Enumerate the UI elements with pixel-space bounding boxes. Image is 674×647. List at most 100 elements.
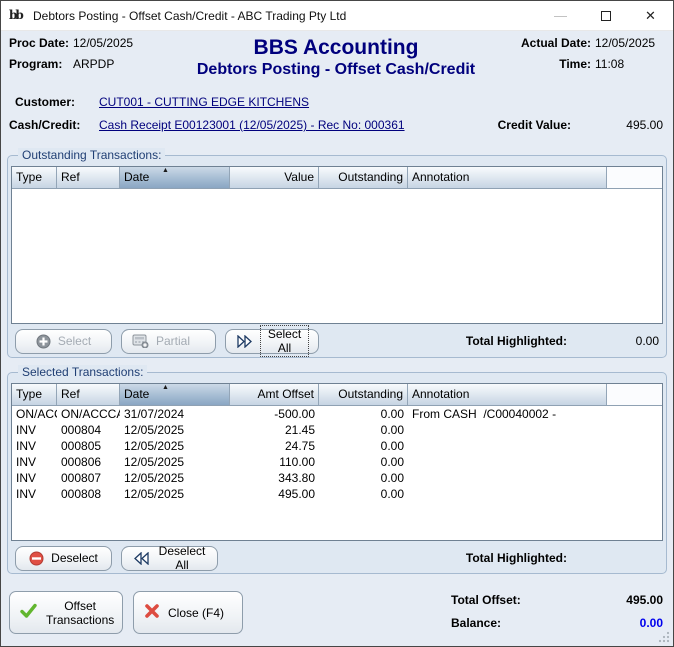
sort-asc-icon: ▲ <box>162 167 169 174</box>
outstanding-transactions-group: Outstanding Transactions: Type Ref Date ▲… <box>7 148 667 358</box>
outstanding-table[interactable]: Type Ref Date ▲ Value Outstanding Annotat… <box>11 166 663 324</box>
column-header-type[interactable]: Type <box>12 167 57 188</box>
cell-date: 12/05/2025 <box>124 423 185 437</box>
deselect-all-button[interactable]: Deselect All <box>121 544 218 572</box>
selected-footer: Deselect Deselect All Total Highlighted: <box>11 541 663 575</box>
selected-table[interactable]: Type Ref Date ▲ Amt Offset Outstanding An… <box>11 383 663 541</box>
column-header-outstanding[interactable]: Outstanding <box>319 384 408 405</box>
no-entry-icon <box>29 551 44 566</box>
column-header-value[interactable]: Value <box>230 167 319 188</box>
column-header-filler <box>607 384 662 405</box>
selected-table-header: Type Ref Date ▲ Amt Offset Outstanding An… <box>12 384 662 406</box>
balance-label: Balance: <box>451 616 502 630</box>
cell-outstanding: 0.00 <box>380 455 404 469</box>
column-header-filler <box>607 167 662 188</box>
column-header-annotation[interactable]: Annotation <box>408 167 607 188</box>
credit-value: 495.00 <box>626 118 663 132</box>
cell-type: INV <box>16 471 37 485</box>
outstanding-table-body[interactable] <box>12 189 662 323</box>
app-window: bb Debtors Posting - Offset Cash/Credit … <box>0 0 674 647</box>
cell-annotation <box>408 438 607 454</box>
cell-ref: ON/ACCCA... <box>61 407 120 421</box>
table-row[interactable]: INV 000806 12/05/2025 110.00 0.00 <box>12 454 662 470</box>
total-offset-label: Total Offset: <box>451 593 521 607</box>
cell-date: 12/05/2025 <box>124 439 185 453</box>
cell-outstanding: 0.00 <box>380 471 404 485</box>
cell-amt-offset: 24.75 <box>284 439 315 453</box>
program-value: ARPDP <box>73 57 115 71</box>
maximize-icon <box>600 10 611 21</box>
customer-label: Customer: <box>15 95 76 109</box>
actual-date-label: Actual Date: <box>520 36 591 50</box>
cell-ref: 000804 <box>61 423 102 437</box>
table-row[interactable]: INV 000804 12/05/2025 21.45 0.00 <box>12 422 662 438</box>
table-row[interactable]: INV 000808 12/05/2025 495.00 0.00 <box>12 486 662 502</box>
bottom-bar: Offset Transactions Close (F4) Total Offs… <box>1 574 673 639</box>
header-band: Proc Date: 12/05/2025 Program: ARPDP BBS A… <box>1 31 673 89</box>
window-title: Debtors Posting - Offset Cash/Credit - A… <box>33 8 347 23</box>
column-header-date[interactable]: Date ▲ <box>120 384 230 405</box>
cell-date: 12/05/2025 <box>124 455 185 469</box>
cell-date: 12/05/2025 <box>124 487 185 501</box>
close-f4-button[interactable]: Close (F4) <box>133 591 243 634</box>
table-row[interactable]: ON/ACC ON/ACCCA... 31/07/2024 -500.00 0.… <box>12 406 662 422</box>
selected-transactions-group: Selected Transactions: Type Ref Date ▲ Am… <box>7 365 667 575</box>
resize-grip[interactable] <box>658 631 670 643</box>
cash-credit-link[interactable]: Cash Receipt E00123001 (12/05/2025) - Re… <box>99 118 405 132</box>
selected-group-label: Selected Transactions: <box>18 365 148 380</box>
outstanding-footer: Select Partial Select All Total Highligh… <box>11 324 663 358</box>
cell-ref: 000807 <box>61 471 102 485</box>
cell-type: INV <box>16 423 37 437</box>
table-row[interactable]: INV 000805 12/05/2025 24.75 0.00 <box>12 438 662 454</box>
table-row[interactable]: INV 000807 12/05/2025 343.80 0.00 <box>12 470 662 486</box>
sort-asc-icon: ▲ <box>162 384 169 391</box>
selected-table-body[interactable]: ON/ACC ON/ACCCA... 31/07/2024 -500.00 0.… <box>12 406 662 540</box>
title-bar: bb Debtors Posting - Offset Cash/Credit … <box>1 1 673 31</box>
cell-annotation: From CASH /C00040002 - <box>412 407 557 421</box>
cell-ref: 000806 <box>61 455 102 469</box>
cell-outstanding: 0.00 <box>380 487 404 501</box>
maximize-button[interactable] <box>583 1 628 30</box>
cross-icon <box>144 603 160 622</box>
column-header-ref[interactable]: Ref <box>57 384 120 405</box>
cell-amt-offset: 110.00 <box>279 455 315 469</box>
double-chevron-left-icon <box>132 551 150 565</box>
cell-ref: 000808 <box>61 487 102 501</box>
double-chevron-right-icon <box>236 334 254 348</box>
column-header-annotation[interactable]: Annotation <box>408 384 607 405</box>
offset-transactions-button[interactable]: Offset Transactions <box>9 591 123 634</box>
cell-amt-offset: -500.00 <box>274 407 315 421</box>
window-controls: — ✕ <box>538 1 673 30</box>
actual-date-value: 12/05/2025 <box>595 36 656 50</box>
minimize-button[interactable]: — <box>538 1 583 30</box>
cell-outstanding: 0.00 <box>380 439 404 453</box>
customer-link[interactable]: CUT001 - CUTTING EDGE KITCHENS <box>99 95 309 109</box>
column-header-ref[interactable]: Ref <box>57 167 120 188</box>
deselect-button[interactable]: Deselect <box>15 545 112 571</box>
app-icon: bb <box>9 7 24 22</box>
select-all-button[interactable]: Select All <box>225 325 319 357</box>
close-button[interactable]: ✕ <box>628 1 673 30</box>
minimize-icon: — <box>554 8 567 23</box>
cell-annotation <box>408 454 607 470</box>
outstanding-total-highlighted-label: Total Highlighted: <box>465 334 567 348</box>
outstanding-total-highlighted-value: 0.00 <box>635 334 659 348</box>
cell-amt-offset: 343.80 <box>278 471 315 485</box>
column-header-type[interactable]: Type <box>12 384 57 405</box>
selected-total-highlighted-label: Total Highlighted: <box>465 551 567 565</box>
partial-button[interactable]: Partial <box>121 328 216 354</box>
cell-ref: 000805 <box>61 439 102 453</box>
proc-date-label: Proc Date: <box>9 36 70 50</box>
outstanding-group-label: Outstanding Transactions: <box>18 148 166 163</box>
column-header-date[interactable]: Date ▲ <box>120 167 230 188</box>
cell-date: 31/07/2024 <box>124 407 185 421</box>
column-header-outstanding[interactable]: Outstanding <box>319 167 408 188</box>
program-label: Program: <box>9 57 63 71</box>
column-header-amt-offset[interactable]: Amt Offset <box>230 384 319 405</box>
cell-annotation <box>408 486 607 502</box>
cell-amt-offset: 21.45 <box>284 423 315 437</box>
cell-outstanding: 0.00 <box>380 423 404 437</box>
select-button[interactable]: Select <box>15 328 112 354</box>
partial-keypad-icon <box>132 334 149 348</box>
cell-date: 12/05/2025 <box>124 471 185 485</box>
